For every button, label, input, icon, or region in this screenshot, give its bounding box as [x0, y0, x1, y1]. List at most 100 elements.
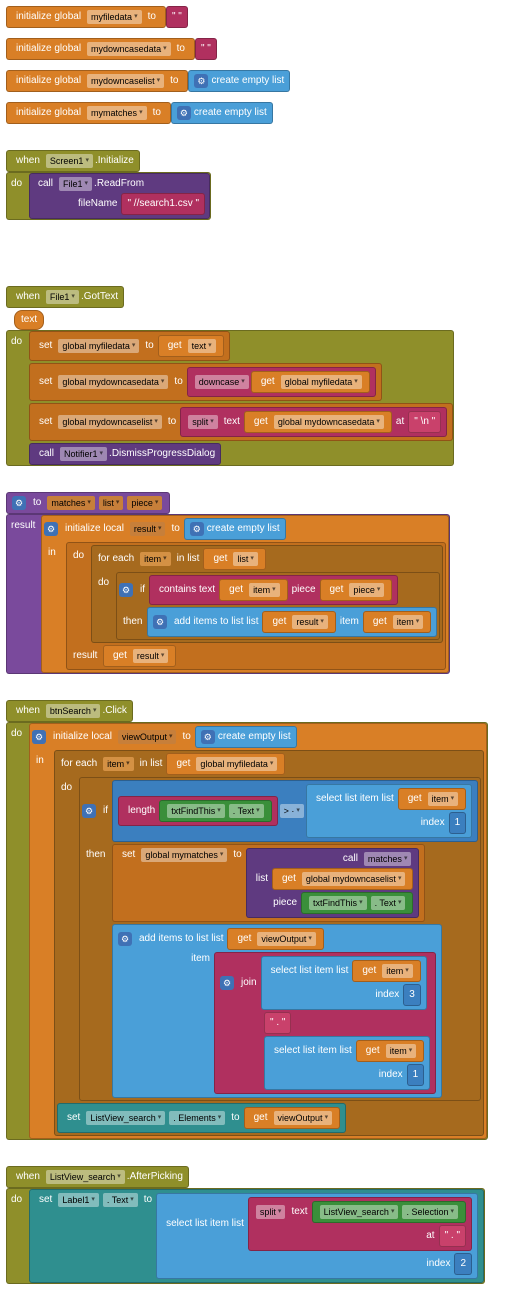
- proc-arg[interactable]: piece: [127, 496, 162, 510]
- var-name[interactable]: myfiledata: [87, 10, 142, 24]
- number-literal[interactable]: 1: [449, 812, 467, 834]
- get-block[interactable]: getitem: [363, 611, 431, 633]
- create-empty-list[interactable]: ⚙ create empty list: [188, 70, 290, 92]
- component-dropdown[interactable]: Notifier1: [60, 447, 107, 461]
- number-literal[interactable]: 1: [407, 1064, 425, 1086]
- create-empty-list[interactable]: ⚙ create empty list: [195, 726, 297, 748]
- get-block[interactable]: get text: [158, 335, 224, 357]
- init-global-mydowncaselist[interactable]: initialize global mydowncaselist to ⚙ cr…: [6, 70, 517, 92]
- init-global-mymatches[interactable]: initialize global mymatches to ⚙ create …: [6, 102, 517, 124]
- proc-arg[interactable]: list: [99, 496, 124, 510]
- component-dropdown[interactable]: File1: [59, 177, 92, 191]
- string-literal[interactable]: " . ": [264, 1012, 291, 1034]
- event-header[interactable]: when File1 .GotText: [6, 286, 124, 308]
- create-empty-list[interactable]: ⚙ create empty list: [184, 518, 286, 540]
- set-mydowncaselist[interactable]: set global mydowncaselist to split text …: [29, 403, 453, 441]
- get-block[interactable]: getviewOutput: [227, 928, 323, 950]
- gear-icon[interactable]: ⚙: [44, 522, 58, 536]
- when-screen1-initialize[interactable]: when Screen1 .Initialize do call File1 .…: [6, 150, 517, 220]
- select-list-item[interactable]: select list item list split text ListVie…: [156, 1193, 478, 1279]
- init-global-mydowncasedata[interactable]: initialize global mydowncasedata to " ": [6, 38, 517, 60]
- event-header[interactable]: when btnSearch .Click: [6, 700, 133, 722]
- get-block[interactable]: get global myfiledata: [251, 371, 370, 393]
- var-dropdown[interactable]: list: [233, 552, 258, 566]
- call-notifier-dismiss[interactable]: call Notifier1 .DismissProgressDialog: [29, 443, 221, 465]
- downcase-block[interactable]: downcase get global myfiledata: [187, 367, 376, 397]
- get-block[interactable]: getitem: [398, 788, 466, 810]
- proc-header[interactable]: ⚙ to matches list piece: [6, 492, 170, 514]
- set-myfiledata[interactable]: set global myfiledata to get text: [29, 331, 230, 361]
- init-global-block[interactable]: initialize global mydowncasedata to: [6, 38, 195, 60]
- string-literal[interactable]: " \n ": [408, 411, 441, 433]
- component-dropdown[interactable]: ListView_search: [46, 1170, 125, 1184]
- op-dropdown[interactable]: split: [188, 415, 218, 429]
- get-block[interactable]: getglobal mydowncaselist: [272, 868, 413, 890]
- select-list-item[interactable]: select list item list getitem index 3: [261, 956, 427, 1010]
- get-block[interactable]: getresult: [262, 611, 335, 633]
- var-dropdown[interactable]: global mydowncasedata: [274, 415, 384, 429]
- when-btnsearch-click[interactable]: when btnSearch .Click do ⚙ initialize lo…: [6, 700, 517, 1140]
- string-literal[interactable]: " //search1.csv ": [121, 193, 205, 215]
- gear-icon[interactable]: ⚙: [118, 932, 132, 946]
- op-dropdown[interactable]: downcase: [195, 375, 249, 389]
- set-label1-text[interactable]: set Label1 . Text to select list item li…: [29, 1189, 484, 1283]
- component-dropdown[interactable]: File1: [46, 290, 79, 304]
- gear-icon[interactable]: ⚙: [190, 522, 204, 536]
- event-header[interactable]: when Screen1 .Initialize: [6, 150, 140, 172]
- procedure-matches[interactable]: ⚙ to matches list piece result ⚙ initial…: [6, 492, 517, 674]
- var-dropdown[interactable]: text: [188, 339, 216, 353]
- get-block[interactable]: getitem: [219, 579, 287, 601]
- when-file1-gottext[interactable]: when File1 .GotText text do set global m…: [6, 286, 517, 466]
- gear-icon[interactable]: ⚙: [220, 976, 234, 990]
- local-name[interactable]: result: [130, 522, 166, 536]
- join-block[interactable]: ⚙ join select list item list getitem: [214, 952, 436, 1094]
- component-prop[interactable]: txtFindThis . Text: [301, 892, 413, 914]
- loop-var[interactable]: item: [103, 757, 134, 771]
- get-block[interactable]: get global myfiledata: [166, 753, 285, 775]
- proc-name[interactable]: matches: [47, 496, 95, 510]
- set-mymatches[interactable]: set global mymatches to call matches: [112, 844, 425, 922]
- gear-icon[interactable]: ⚙: [119, 583, 133, 597]
- number-literal[interactable]: 3: [403, 984, 421, 1006]
- string-literal[interactable]: " . ": [439, 1225, 466, 1247]
- var-dropdown[interactable]: global mydowncasedata: [58, 375, 168, 389]
- add-items-viewoutput[interactable]: ⚙ add items to list list getviewOutput i…: [112, 924, 442, 1098]
- var-dropdown[interactable]: global myfiledata: [58, 339, 139, 353]
- gear-icon[interactable]: ⚙: [153, 615, 167, 629]
- get-block[interactable]: getviewOutput: [244, 1107, 340, 1129]
- gear-icon[interactable]: ⚙: [82, 804, 96, 818]
- create-empty-list[interactable]: ⚙ create empty list: [171, 102, 273, 124]
- var-dropdown[interactable]: global myfiledata: [281, 375, 362, 389]
- init-global-block[interactable]: initialize global mymatches to: [6, 102, 171, 124]
- string-literal[interactable]: " ": [195, 38, 217, 60]
- gear-icon[interactable]: ⚙: [201, 730, 215, 744]
- component-dropdown[interactable]: btnSearch: [46, 704, 101, 718]
- init-global-myfiledata[interactable]: initialize global myfiledata to " ": [6, 6, 517, 28]
- gear-icon[interactable]: ⚙: [12, 496, 26, 510]
- loop-var[interactable]: item: [140, 552, 171, 566]
- var-name[interactable]: mymatches: [87, 106, 147, 120]
- set-mydowncasedata[interactable]: set global mydowncasedata to downcase ge…: [29, 363, 382, 401]
- add-items-block[interactable]: ⚙ add items to list list getresult item: [147, 607, 437, 637]
- call-matches[interactable]: call matches list getglobal mydowncaseli…: [246, 848, 420, 918]
- select-list-item[interactable]: select list item list getitem index 1: [306, 784, 472, 838]
- component-prop[interactable]: ListView_search . Selection: [312, 1201, 466, 1223]
- gear-icon[interactable]: ⚙: [177, 106, 191, 120]
- get-block[interactable]: getpiece: [320, 579, 393, 601]
- split-block[interactable]: split text get global mydowncasedata at …: [180, 407, 447, 437]
- var-dropdown[interactable]: global mydowncaselist: [58, 415, 162, 429]
- string-literal[interactable]: " ": [166, 6, 188, 28]
- when-listview-afterpicking[interactable]: when ListView_search .AfterPicking do se…: [6, 1166, 517, 1284]
- init-global-block[interactable]: initialize global myfiledata to: [6, 6, 166, 28]
- local-name[interactable]: viewOutput: [118, 730, 177, 744]
- op-dropdown[interactable]: > ·: [280, 804, 304, 818]
- var-name[interactable]: mydowncaselist: [87, 74, 164, 88]
- set-listview-elements[interactable]: set ListView_search . Elements to getvie…: [57, 1103, 346, 1133]
- get-block[interactable]: getresult: [103, 645, 176, 667]
- var-name[interactable]: mydowncasedata: [87, 42, 171, 56]
- gear-icon[interactable]: ⚙: [194, 74, 208, 88]
- number-literal[interactable]: 2: [454, 1253, 472, 1275]
- length-block[interactable]: length txtFindThis . Text: [118, 796, 278, 826]
- comparison-block[interactable]: length txtFindThis . Text > ·: [112, 780, 478, 842]
- event-header[interactable]: when ListView_search .AfterPicking: [6, 1166, 189, 1188]
